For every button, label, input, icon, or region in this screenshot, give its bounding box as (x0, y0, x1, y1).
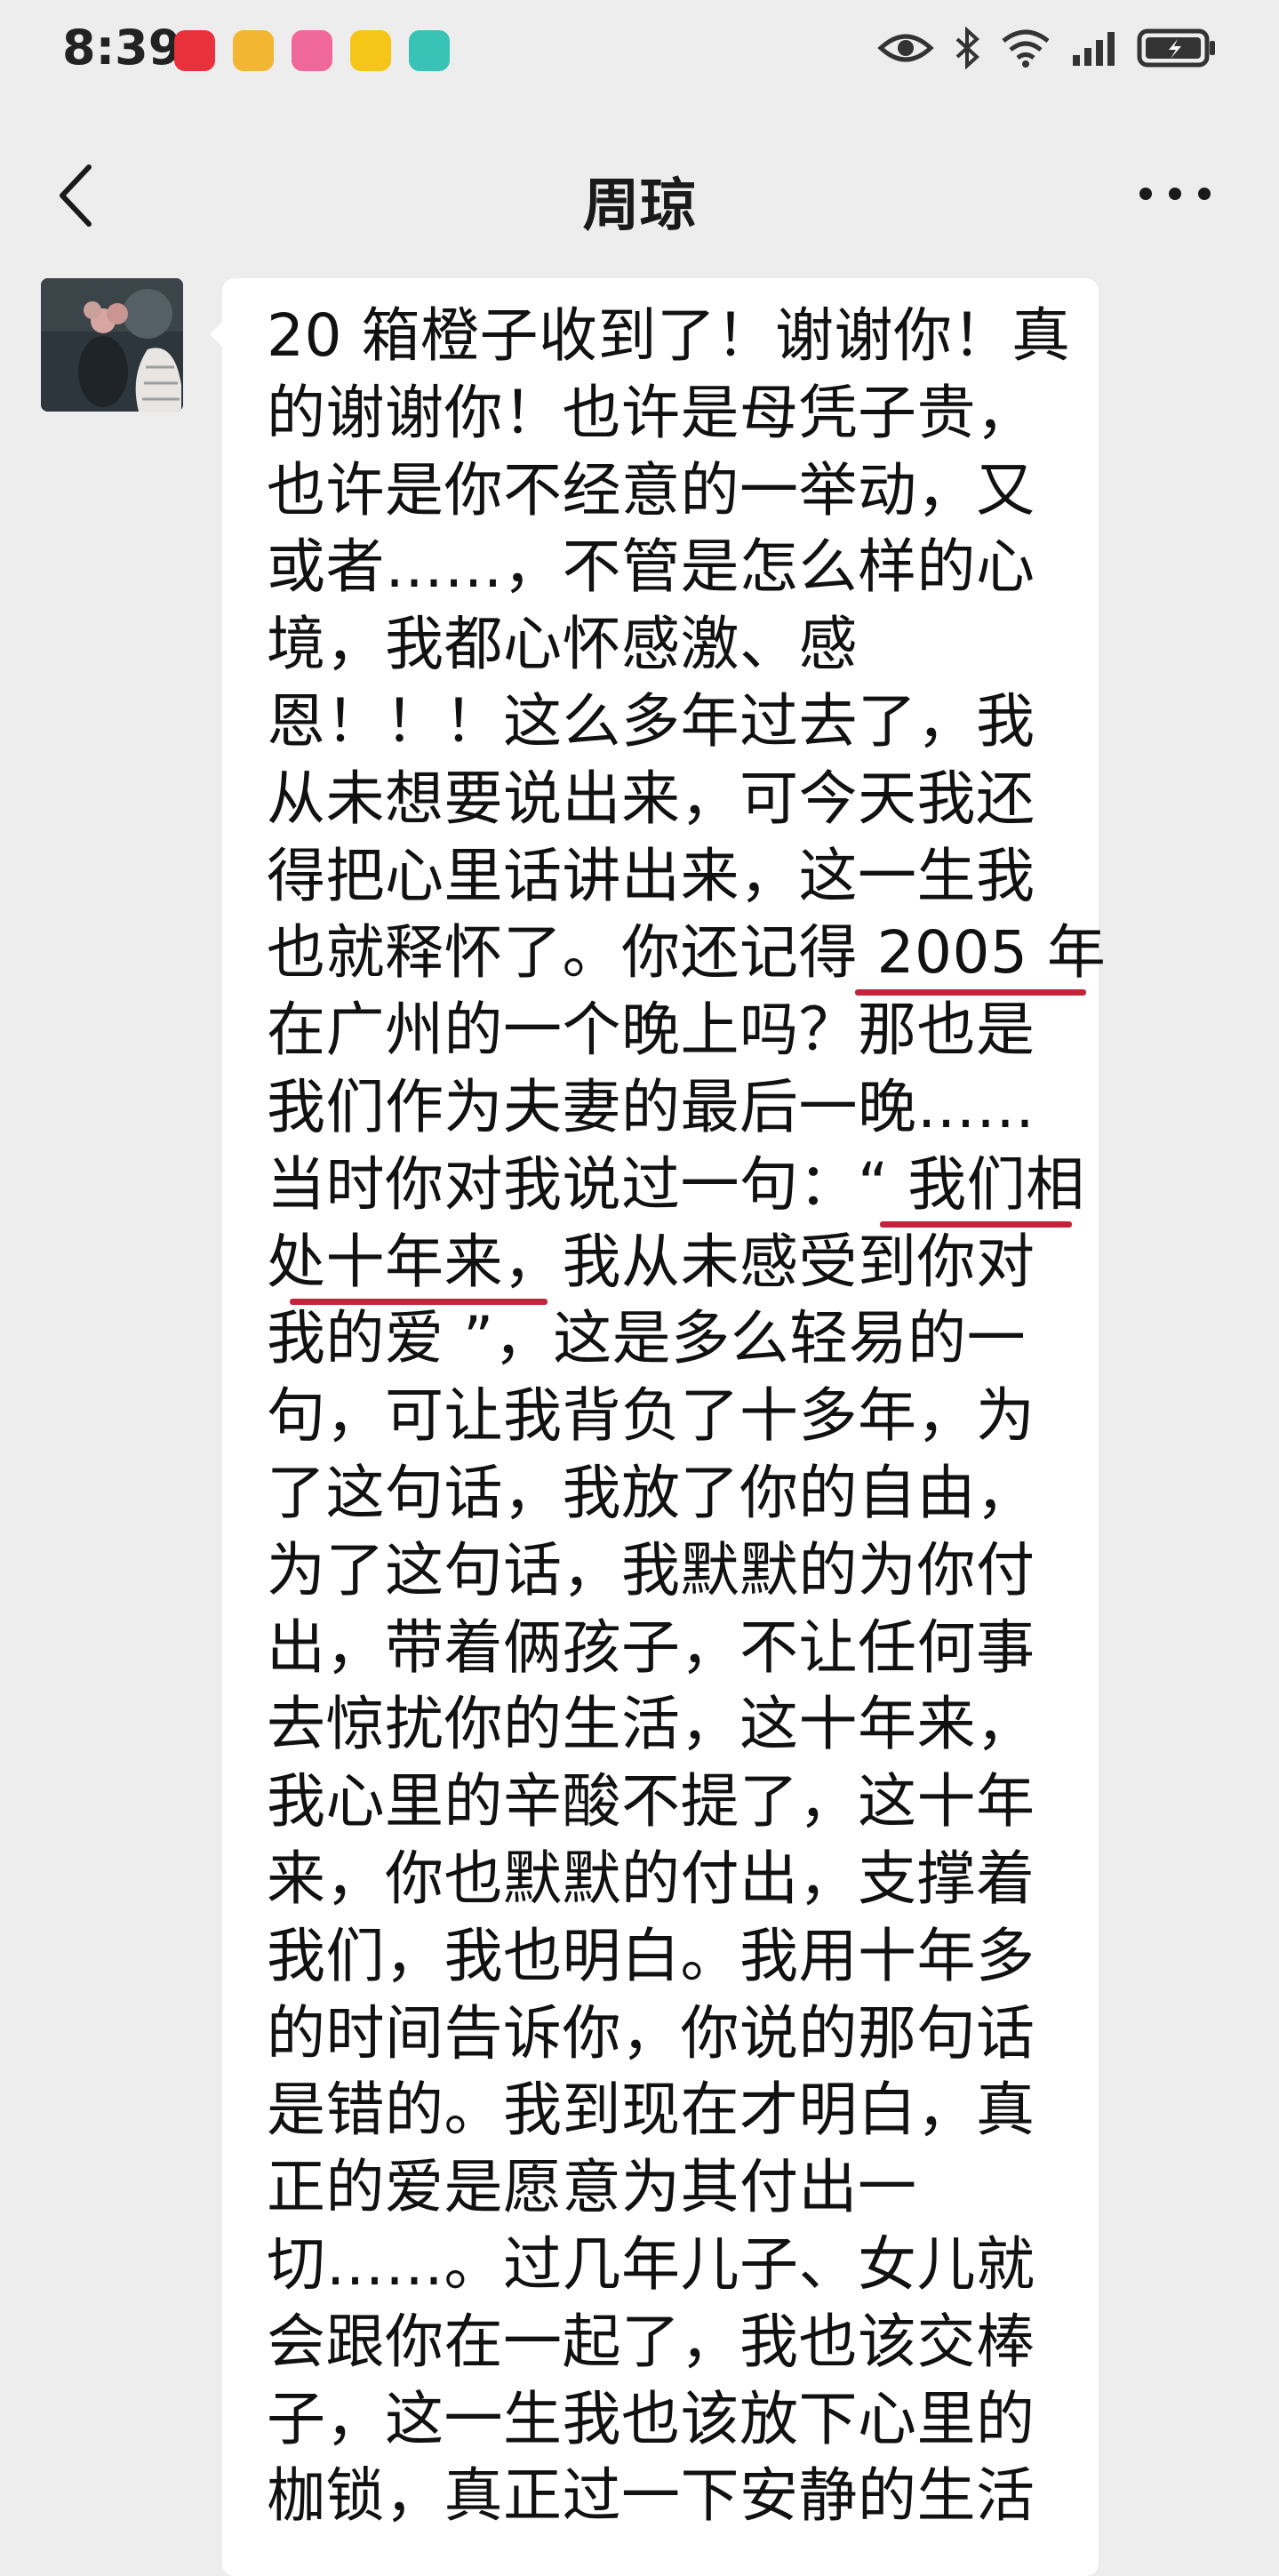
message-line: 得把心里话讲出来，这一生我 (267, 841, 1035, 910)
message-line: 处十年来，我从未感受到你对 (267, 1227, 1035, 1296)
message-line: 也就释怀了。你还记得 2005 年 (267, 918, 1107, 988)
message-line: 我们作为夫妻的最后一晚…… (267, 1072, 1035, 1141)
message-line: 我心里的辛酸不提了，这十年 (267, 1767, 1035, 1836)
message-line: 的谢谢你！也许是母凭子贵， (267, 378, 1035, 447)
bluetooth-icon (954, 27, 980, 69)
message-line: 切……。过几年儿子、女儿就 (267, 2229, 1035, 2299)
more-button[interactable] (1135, 176, 1215, 212)
signal-icon (1071, 30, 1117, 66)
message-line: 也许是你不经意的一举动，又 (267, 455, 1035, 524)
message-line: 恩！！！这么多年过去了，我 (267, 686, 1035, 756)
message-line: 从未想要说出来，可今天我还 (267, 764, 1035, 833)
message-line: 在广州的一个晚上吗？那也是 (267, 996, 1035, 1065)
message-line: 来，你也默默的付出，支撑着 (267, 1844, 1035, 1913)
bilibili-app-icon (292, 30, 332, 71)
message-line: 枷锁，真正过一下安静的生活 (267, 2461, 1035, 2531)
message-line: 去惊扰你的生活，这十年来， (267, 1690, 1035, 1759)
message-line: 子，这一生我也该放下心里的 (267, 2384, 1035, 2453)
message-line: 了这句话，我放了你的自由， (267, 1458, 1035, 1527)
message-line: 或者……，不管是怎么样的心 (267, 532, 1035, 602)
message-line: 当时你对我说过一句：“ 我们相 (267, 1149, 1085, 1219)
notification-app-icons (174, 30, 450, 71)
highlight-underline-quote-end (290, 1299, 548, 1305)
highlight-underline-quote-start (880, 1221, 1072, 1228)
weibo-app-icon (350, 30, 391, 71)
message-line: 我们，我也明白。我用十年多 (267, 1921, 1035, 1990)
eye-icon (877, 30, 934, 66)
message-line: 境，我都心怀感激、感 (267, 610, 858, 679)
status-bar: 8:39 (0, 0, 1279, 105)
status-time: 8:39 (62, 20, 182, 76)
chat-title: 周琼 (582, 173, 697, 239)
more-dots-icon (1135, 188, 1215, 215)
message-line: 我的爱 ”，这是多么轻易的一 (267, 1304, 1027, 1373)
message-line: 正的爱是愿意为其付出一 (267, 2153, 917, 2222)
message-text: 20 箱橙子收到了！谢谢你！真 的谢谢你！也许是母凭子贵， 也许是你不经意的一举… (267, 298, 1107, 2535)
message-line: 是错的。我到现在才明白，真 (267, 2076, 1035, 2145)
huawei-app-icon (174, 30, 215, 71)
message-line: 的时间告诉你，你说的那句话 (267, 1998, 1035, 2068)
sender-avatar[interactable] (41, 278, 183, 412)
message-line: 会跟你在一起了，我也该交棒 (267, 2307, 1035, 2376)
status-icons (877, 27, 1217, 69)
message-line: 出，带着俩孩子，不让任何事 (267, 1612, 1035, 1682)
ai-app-icon (409, 30, 450, 71)
wifi-icon (1000, 28, 1051, 68)
chat-header: 周琼 (0, 133, 1279, 258)
message-line: 句，可让我背负了十多年，为 (267, 1381, 1035, 1451)
highlight-underline-year (855, 989, 1086, 996)
message-line: 20 箱橙子收到了！谢谢你！真 (267, 301, 1071, 370)
battery-icon (1137, 28, 1217, 68)
message-line: 为了这句话，我默默的为你付 (267, 1535, 1035, 1604)
game-app-icon (233, 30, 274, 71)
